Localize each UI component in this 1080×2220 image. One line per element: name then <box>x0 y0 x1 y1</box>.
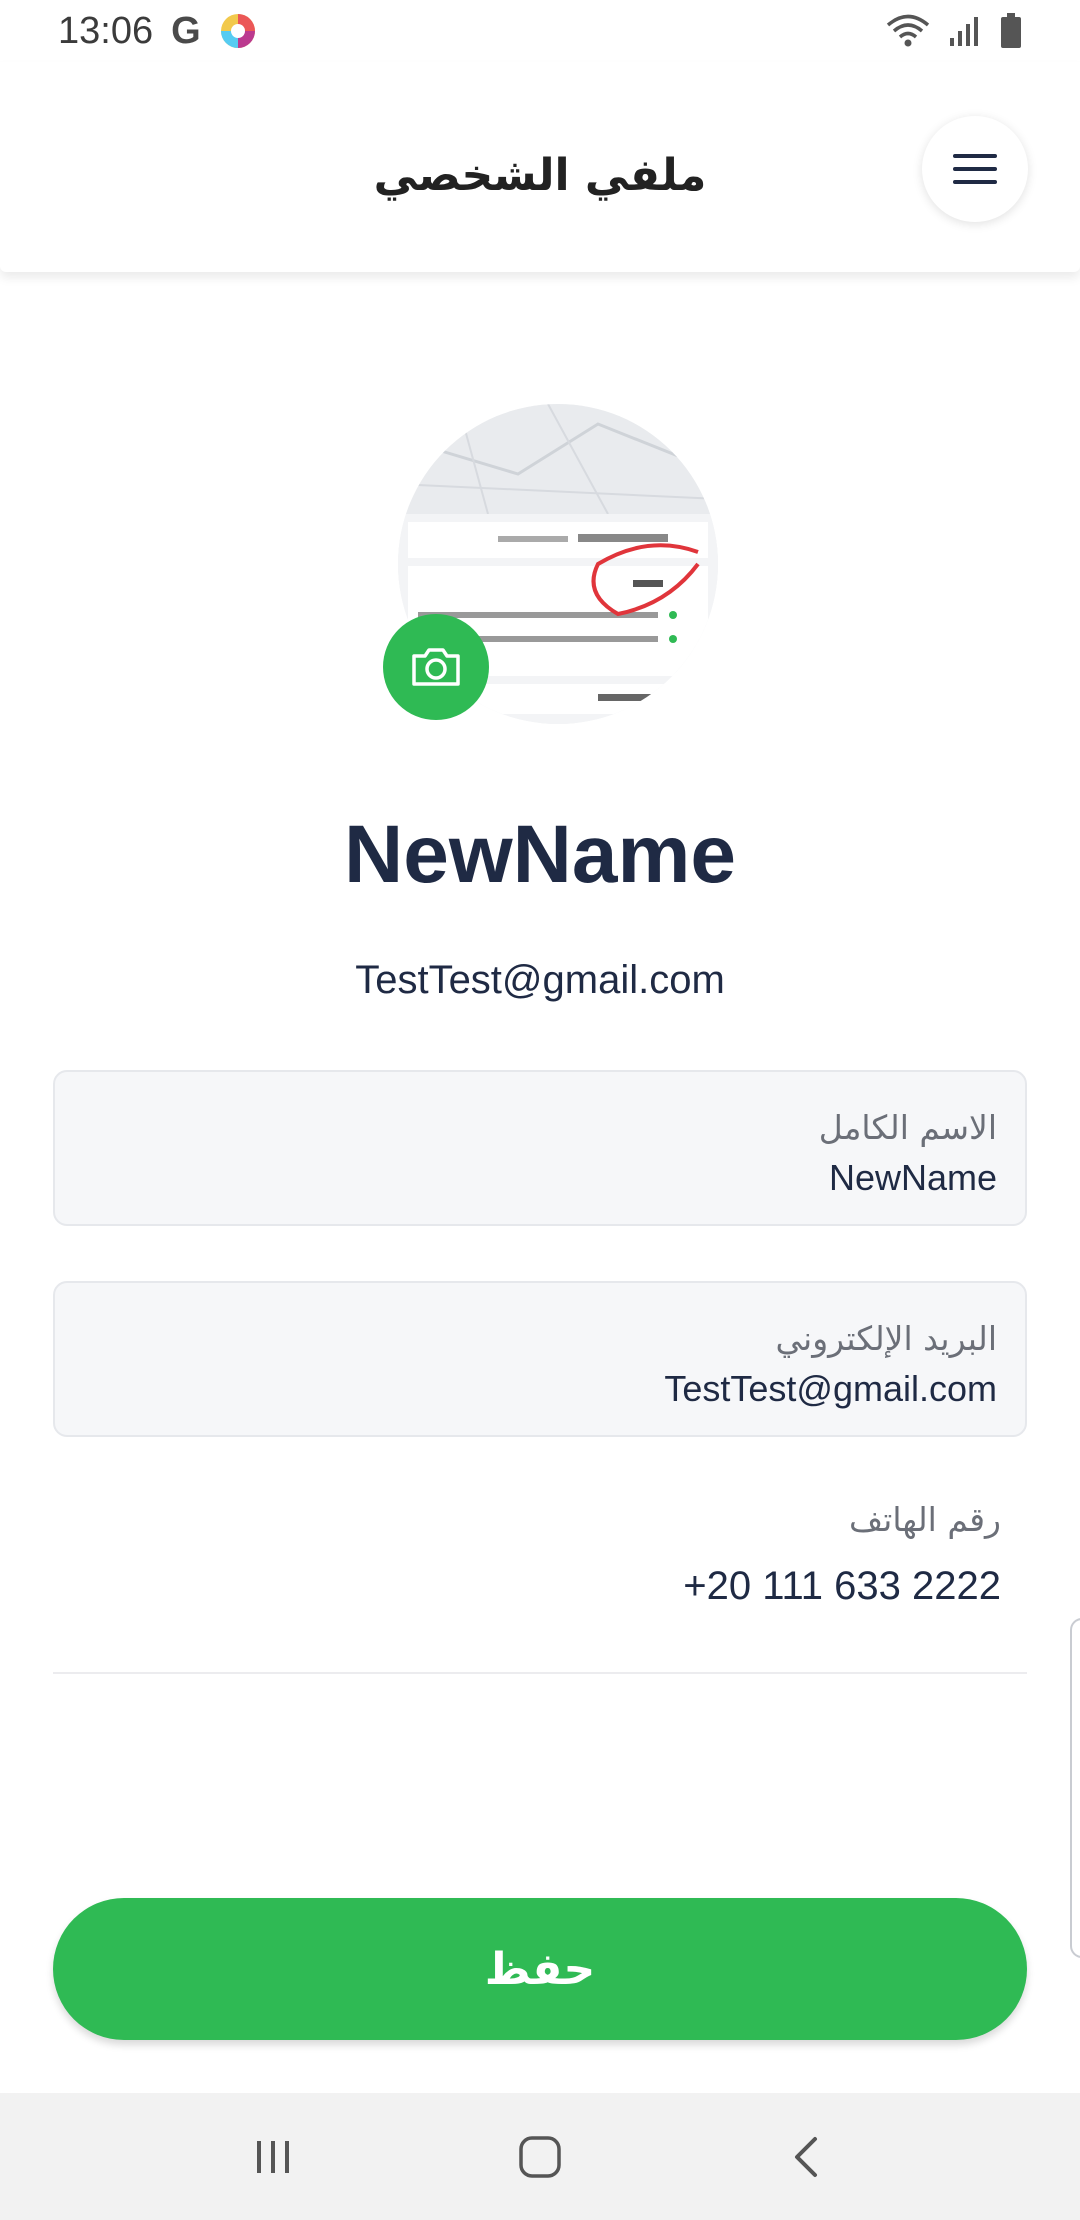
profile-name: NewName <box>344 809 736 900</box>
phone-field[interactable]: رقم الهاتف +20 111 633 2222 <box>53 1494 1027 1609</box>
status-left: 13:06 G <box>58 10 257 53</box>
menu-button[interactable] <box>922 116 1028 222</box>
email-input[interactable]: TestTest@gmail.com <box>83 1361 997 1417</box>
page-title: ملفي الشخصي <box>373 150 707 201</box>
wifi-icon <box>886 14 930 47</box>
email-field[interactable]: البريد الإلكتروني TestTest@gmail.com <box>53 1281 1027 1437</box>
google-icon: G <box>171 9 201 52</box>
full-name-label: الاسم الكامل <box>818 1108 997 1147</box>
home-icon <box>519 2135 561 2178</box>
profile-email: TestTest@gmail.com <box>355 958 725 1002</box>
status-bar: 13:06 G <box>0 0 1080 62</box>
full-name-input[interactable]: NewName <box>83 1150 997 1206</box>
back-button[interactable] <box>767 2117 847 2197</box>
app-header: ملفي الشخصي <box>0 62 1080 272</box>
recents-button[interactable] <box>233 2117 313 2197</box>
save-button[interactable]: حفظ <box>53 1898 1027 2040</box>
home-button[interactable] <box>500 2117 580 2197</box>
status-right <box>886 13 1022 49</box>
signal-icon <box>950 17 978 46</box>
recents-icon <box>257 2140 290 2173</box>
status-time: 13:06 <box>58 9 154 52</box>
phone-label: رقم الهاتف <box>849 1500 1001 1539</box>
profile-screen: 13:06 G ملفي الشخصي NewName TestTest@gma… <box>0 0 1080 2220</box>
hamburger-menu-icon <box>953 154 997 184</box>
app-icon <box>220 14 255 48</box>
full-name-field[interactable]: الاسم الكامل NewName <box>53 1070 1027 1226</box>
phone-divider <box>53 1672 1027 1674</box>
camera-icon <box>412 648 460 686</box>
battery-icon <box>1001 13 1021 48</box>
phone-input[interactable]: +20 111 633 2222 <box>79 1564 1001 1609</box>
back-icon <box>794 2136 817 2177</box>
email-label: البريد الإلكتروني <box>775 1319 997 1358</box>
navigation-bar <box>0 2093 1080 2220</box>
scroll-handle[interactable] <box>1070 1618 1080 1958</box>
change-photo-button[interactable] <box>383 614 489 720</box>
